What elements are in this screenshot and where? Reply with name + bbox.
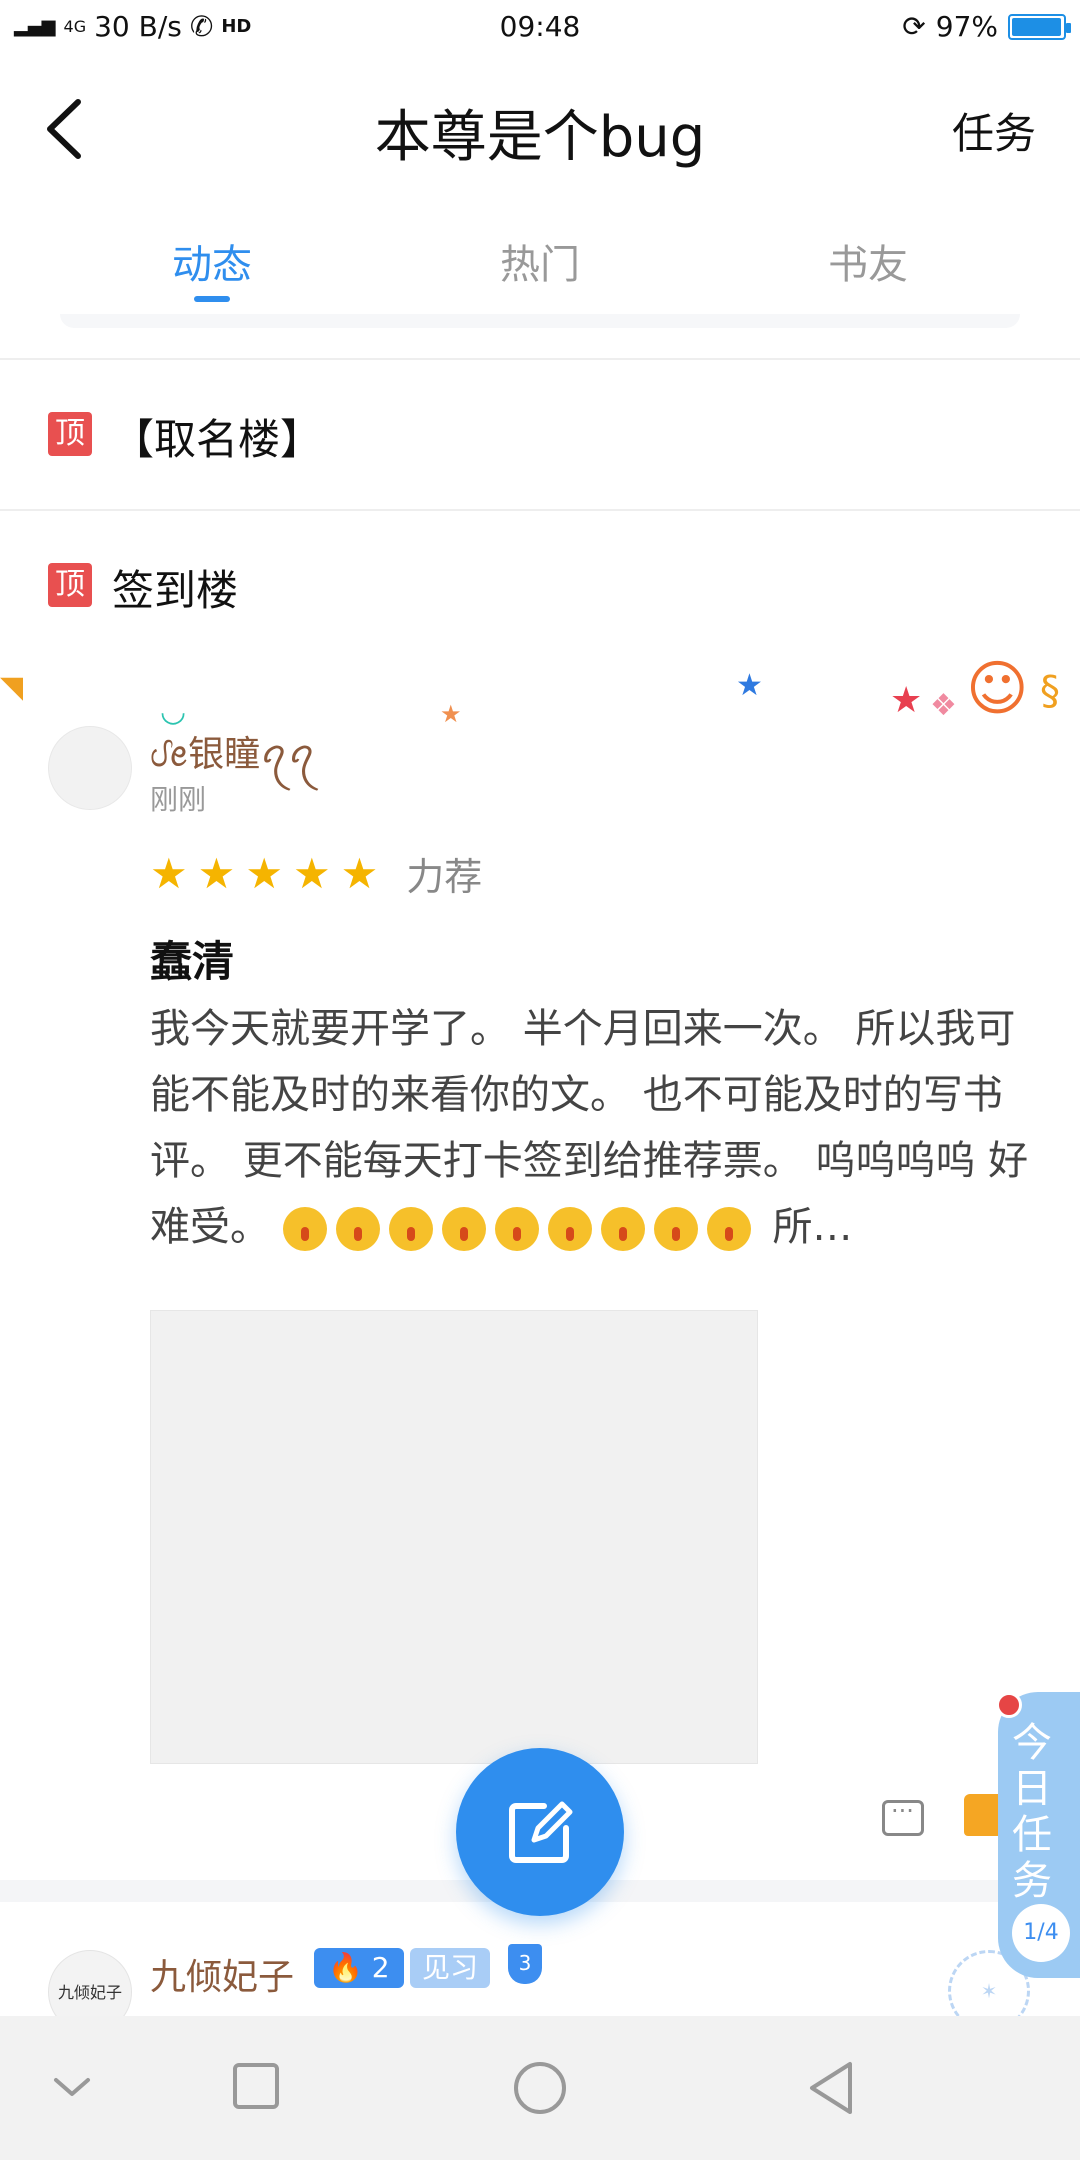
- post-time: 刚刚: [150, 783, 207, 816]
- crying-emoji-icon: [547, 1207, 592, 1251]
- clown-icon: ☺: [966, 654, 1029, 724]
- fire-icon: 🔥: [328, 1951, 363, 1984]
- crying-emoji-icon: [600, 1207, 645, 1251]
- tab-dynamics[interactable]: 动态: [112, 232, 312, 290]
- crying-emoji-icon: [388, 1207, 433, 1251]
- crying-emoji-icon: [494, 1207, 539, 1251]
- system-nav-bar: [0, 2016, 1080, 2160]
- star-icon: ★: [340, 848, 379, 898]
- post-username[interactable]: 九倾妃子: [150, 1948, 294, 2000]
- post-card[interactable]: ◥ ◡ ★ ★ ★ ❖ ☺ § ᦔꫀ银瞳ꪖꪖ 刚刚 ★ ★ ★ ★ ★ 力荐 蠢…: [0, 654, 1080, 1880]
- fire-level-badge: 🔥 2: [314, 1948, 404, 1988]
- edit-icon: [509, 1801, 573, 1863]
- gift-icon: ❖: [930, 688, 957, 723]
- crying-emoji-icon: [335, 1207, 380, 1251]
- crying-emoji-icon: [441, 1207, 486, 1251]
- star-icon: ★: [245, 848, 283, 898]
- star-decoration-icon: ★: [736, 668, 763, 703]
- rating-stars: ★ ★ ★ ★ ★ 力荐: [150, 846, 482, 901]
- write-post-button[interactable]: [456, 1748, 624, 1916]
- home-icon[interactable]: [512, 2060, 568, 2116]
- star-icon: ★: [150, 848, 188, 898]
- streamer-icon: §: [1040, 668, 1060, 714]
- today-task-panel[interactable]: 今日任务 1/4: [998, 1692, 1080, 1978]
- star-icon: ★: [292, 848, 331, 898]
- pinned-post-checkin[interactable]: 顶 签到楼: [0, 511, 1080, 661]
- recent-apps-icon[interactable]: [232, 2062, 280, 2110]
- back-triangle-icon[interactable]: [806, 2060, 856, 2116]
- post-title: 蠢清: [150, 937, 235, 986]
- post-body-tail: 所…: [772, 1204, 853, 1250]
- shield-icon: 3: [508, 1944, 542, 1984]
- notification-dot: [996, 1692, 1022, 1718]
- status-bar: ▂▄▆ 4G 30 B/s ✆ HD 09:48 ⟳ 97%: [0, 0, 1080, 54]
- page-title: 本尊是个bug: [374, 105, 706, 170]
- pinned-badge: 顶: [48, 412, 92, 456]
- pinned-title: 签到楼: [112, 566, 239, 615]
- rating-label: 力荐: [406, 855, 483, 899]
- crying-emoji-icon: [653, 1207, 698, 1251]
- comment-icon[interactable]: [882, 1797, 924, 1836]
- task-button[interactable]: 任务: [952, 100, 1036, 161]
- star-decoration-icon: ★: [440, 700, 462, 728]
- confetti-icon: ◥: [0, 670, 24, 705]
- tab-bar: 动态 热门 书友: [0, 204, 1080, 314]
- battery-icon: [1008, 13, 1071, 40]
- today-task-progress: 1/4: [1012, 1904, 1070, 1962]
- star-icon: ★: [197, 848, 236, 898]
- clipped-card-edge: [60, 314, 1020, 328]
- fire-level: 2: [371, 1951, 390, 1984]
- today-task-label: 今日任务: [1012, 1720, 1052, 1904]
- post-card[interactable]: 九倾妃子 九倾妃子 🔥 2 见习 3: [0, 1902, 1080, 2034]
- battery-percent: 97%: [935, 10, 998, 43]
- rotation-lock-icon: ⟳: [902, 10, 926, 43]
- star-decoration-icon: ★: [890, 680, 923, 721]
- status-right: ⟳ 97%: [902, 10, 1071, 43]
- level-badge: 见习: [410, 1948, 491, 1988]
- crying-emoji-icon: [282, 1207, 327, 1251]
- pinned-post-naming[interactable]: 顶 【取名楼】: [0, 360, 1080, 510]
- crying-emoji-icon: [706, 1207, 751, 1251]
- tab-friends[interactable]: 书友: [768, 232, 968, 290]
- post-body: 我今天就要开学了。 半个月回来一次。 所以我可能不能及时的来看你的文。 也不可能…: [150, 996, 1030, 1260]
- pinned-badge: 顶: [48, 563, 92, 607]
- top-bar: 本尊是个bug 任务: [0, 54, 1080, 204]
- pinned-title: 【取名楼】: [112, 415, 323, 464]
- chevron-down-icon[interactable]: [52, 2072, 92, 2102]
- tab-hot[interactable]: 热门: [440, 232, 640, 290]
- emoji-row: [282, 1204, 773, 1251]
- post-image[interactable]: [150, 1310, 758, 1764]
- active-tab-indicator: [194, 296, 230, 302]
- avatar[interactable]: [48, 726, 132, 810]
